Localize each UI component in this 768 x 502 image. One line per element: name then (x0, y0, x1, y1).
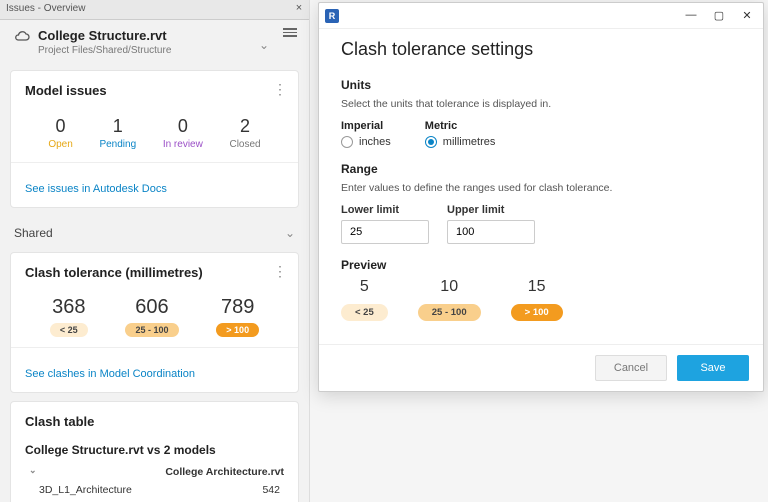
preview-heading: Preview (341, 258, 741, 272)
imperial-label: Imperial (341, 120, 391, 132)
clash-tolerance-card: Clash tolerance (millimetres) ⋮ 368 < 25… (10, 252, 299, 393)
shared-section[interactable]: Shared ⌄ (0, 216, 309, 244)
tolerance-row: 368 < 25 606 25 - 100 789 > 100 (31, 296, 278, 337)
tree-group[interactable]: College Architecture.rvt (25, 463, 284, 481)
dialog-footer: Cancel Save (319, 344, 763, 391)
clash-settings-dialog: R — ▢ ✕ Clash tolerance settings Units S… (318, 2, 764, 392)
status-pending[interactable]: 1 Pending (99, 116, 136, 150)
metric-label: Metric (425, 120, 496, 132)
close-button[interactable]: ✕ (733, 5, 761, 25)
lower-limit-label: Lower limit (341, 204, 429, 216)
tolerance-high[interactable]: 789 > 100 (216, 296, 259, 337)
status-closed[interactable]: 2 Closed (229, 116, 260, 150)
clash-table-title: Clash table (25, 414, 284, 429)
dialog-body: Clash tolerance settings Units Select th… (319, 29, 763, 344)
lower-limit-input[interactable] (341, 220, 429, 244)
upper-limit-input[interactable] (447, 220, 535, 244)
panel-title: Issues - Overview (6, 3, 85, 14)
radio-checked-icon (425, 136, 437, 148)
preview-mid: 10 25 - 100 (418, 278, 481, 321)
see-issues-link[interactable]: See issues in Autodesk Docs (25, 183, 167, 195)
dialog-title: Clash tolerance settings (341, 39, 741, 60)
app-icon: R (325, 9, 339, 23)
preview-row: 5 < 25 10 25 - 100 15 > 100 (341, 278, 741, 321)
units-desc: Select the units that tolerance is displ… (341, 98, 741, 110)
tolerance-mid[interactable]: 606 25 - 100 (125, 296, 178, 337)
range-desc: Enter values to define the ranges used f… (341, 182, 741, 194)
preview-high: 15 > 100 (511, 278, 563, 321)
tree-item[interactable]: 3D_L1_Architecture 542 (25, 481, 284, 499)
chevron-down-icon[interactable]: ⌄ (259, 38, 269, 52)
more-icon[interactable]: ⋮ (273, 81, 288, 98)
model-issues-title: Model issues (25, 83, 284, 98)
tolerance-low[interactable]: 368 < 25 (50, 296, 88, 337)
clash-tolerance-title: Clash tolerance (millimetres) (25, 265, 284, 280)
metric-radio[interactable]: millimetres (425, 136, 496, 148)
status-open[interactable]: 0 Open (48, 116, 72, 150)
model-issues-card: Model issues ⋮ 0 Open 1 Pending 0 In rev… (10, 70, 299, 208)
imperial-radio[interactable]: inches (341, 136, 391, 148)
clash-table-sub: College Structure.rvt vs 2 models (25, 443, 284, 457)
see-clashes-link[interactable]: See clashes in Model Coordination (25, 368, 195, 380)
radio-icon (341, 136, 353, 148)
issues-panel: Issues - Overview × College Structure.rv… (0, 0, 310, 502)
dialog-titlebar[interactable]: R — ▢ ✕ (319, 3, 763, 29)
shared-label: Shared (14, 226, 53, 240)
minimize-button[interactable]: — (677, 5, 705, 25)
range-heading: Range (341, 162, 741, 176)
cloud-icon (14, 30, 30, 46)
chevron-down-icon: ⌄ (285, 226, 295, 240)
cancel-button[interactable]: Cancel (595, 355, 667, 381)
maximize-button[interactable]: ▢ (705, 5, 733, 25)
save-button[interactable]: Save (677, 355, 749, 381)
status-in-review[interactable]: 0 In review (163, 116, 203, 150)
clash-table-card: Clash table College Structure.rvt vs 2 m… (10, 401, 299, 502)
panel-close-button[interactable]: × (292, 1, 306, 15)
upper-limit-label: Upper limit (447, 204, 535, 216)
units-heading: Units (341, 78, 741, 92)
file-name: College Structure.rvt (38, 28, 171, 43)
panel-titlebar: Issues - Overview × (0, 0, 309, 20)
more-icon[interactable]: ⋮ (273, 263, 288, 280)
preview-low: 5 < 25 (341, 278, 388, 321)
file-path: Project Files/Shared/Structure (38, 45, 171, 56)
menu-icon[interactable] (283, 28, 297, 37)
file-header[interactable]: College Structure.rvt Project Files/Shar… (0, 20, 309, 62)
status-row: 0 Open 1 Pending 0 In review 2 Closed (35, 116, 274, 150)
